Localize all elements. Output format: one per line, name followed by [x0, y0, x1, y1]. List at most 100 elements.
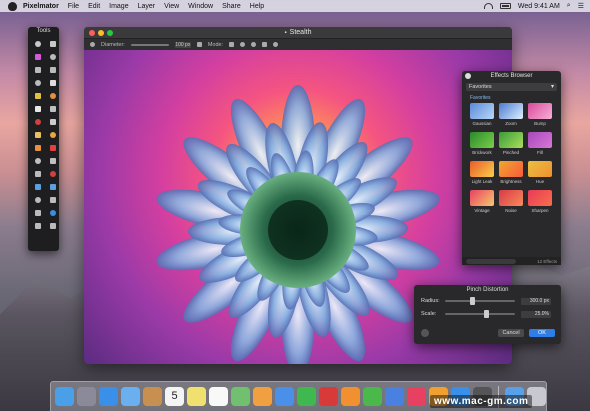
facetime-icon[interactable]: [297, 387, 316, 406]
mode-square-icon[interactable]: [229, 42, 235, 47]
menu-app-name[interactable]: Pixelmator: [23, 3, 59, 10]
tool-button[interactable]: [31, 90, 44, 101]
tool-button[interactable]: [46, 207, 59, 218]
reminders-icon[interactable]: [209, 387, 228, 406]
effects-search-input[interactable]: [466, 258, 516, 264]
tool-preset-icon[interactable]: [90, 42, 95, 47]
notification-center-icon[interactable]: ☰: [578, 2, 584, 10]
effect-thumbnail[interactable]: [499, 103, 523, 119]
effect-item[interactable]: Sharpen: [528, 190, 552, 214]
photo-booth-icon[interactable]: [319, 387, 338, 406]
mode-bloat-icon[interactable]: [262, 42, 268, 47]
scale-slider[interactable]: [445, 310, 515, 318]
tool-button[interactable]: [31, 207, 44, 218]
menu-layer[interactable]: Layer: [138, 3, 156, 10]
tool-button[interactable]: [46, 103, 59, 114]
mode-circle-icon[interactable]: [240, 42, 246, 47]
battery-icon[interactable]: [499, 3, 511, 9]
effect-thumbnail[interactable]: [528, 103, 552, 119]
tool-button[interactable]: [46, 64, 59, 75]
menu-file[interactable]: File: [68, 3, 79, 10]
tool-button[interactable]: [31, 194, 44, 205]
messages-icon[interactable]: [275, 387, 294, 406]
effect-item[interactable]: Brickwork: [470, 132, 494, 156]
tool-button[interactable]: [46, 194, 59, 205]
photos-icon[interactable]: [253, 387, 272, 406]
keynote-icon[interactable]: [385, 387, 404, 406]
reset-icon[interactable]: [421, 329, 429, 337]
tool-button[interactable]: [46, 90, 59, 101]
ok-button[interactable]: OK: [529, 329, 555, 337]
effect-item[interactable]: Bump: [528, 103, 552, 127]
mode-pinch-icon[interactable]: [251, 42, 257, 47]
tool-button[interactable]: [46, 116, 59, 127]
effect-thumbnail[interactable]: [499, 161, 523, 177]
minimize-window-button[interactable]: [98, 30, 104, 36]
menu-share[interactable]: Share: [222, 3, 241, 10]
effect-thumbnail[interactable]: [470, 190, 494, 206]
tool-button[interactable]: [31, 103, 44, 114]
calendar-icon[interactable]: 5: [165, 387, 184, 406]
effect-thumbnail[interactable]: [499, 132, 523, 148]
cancel-button[interactable]: Cancel: [498, 329, 524, 337]
menu-clock[interactable]: Wed 9:41 AM: [518, 3, 560, 10]
tool-button[interactable]: [31, 181, 44, 192]
diameter-field[interactable]: 100 px: [174, 41, 191, 48]
launchpad-icon[interactable]: [77, 387, 96, 406]
apple-icon[interactable]: [8, 1, 17, 11]
scale-value-field[interactable]: 25.0%: [521, 310, 551, 318]
mode-twirl-icon[interactable]: [273, 42, 279, 47]
stepper-icon[interactable]: [196, 42, 202, 47]
effect-item[interactable]: Hue: [528, 161, 552, 185]
radius-value-field[interactable]: 300.0 px: [521, 297, 551, 305]
close-panel-icon[interactable]: [465, 73, 471, 79]
effect-item[interactable]: Light Leak: [470, 161, 494, 185]
itunes-icon[interactable]: [407, 387, 426, 406]
tool-button[interactable]: [46, 51, 59, 62]
effect-thumbnail[interactable]: [528, 132, 552, 148]
diameter-slider[interactable]: [130, 43, 169, 46]
notes-icon[interactable]: [187, 387, 206, 406]
effect-thumbnail[interactable]: [470, 132, 494, 148]
menu-edit[interactable]: Edit: [88, 3, 100, 10]
tool-button[interactable]: [31, 51, 44, 62]
radius-slider[interactable]: [445, 297, 515, 305]
tool-button[interactable]: [31, 77, 44, 88]
effect-thumbnail[interactable]: [499, 190, 523, 206]
effect-item[interactable]: Vintage: [470, 190, 494, 214]
zoom-window-button[interactable]: [107, 30, 113, 36]
pages-icon[interactable]: [341, 387, 360, 406]
tool-button[interactable]: [31, 64, 44, 75]
tool-button[interactable]: [46, 155, 59, 166]
tool-button[interactable]: [46, 142, 59, 153]
effect-thumbnail[interactable]: [470, 103, 494, 119]
safari-icon[interactable]: [99, 387, 118, 406]
effects-category-select[interactable]: Favorites: [466, 83, 557, 91]
contacts-icon[interactable]: [143, 387, 162, 406]
tool-button[interactable]: [31, 129, 44, 140]
effect-item[interactable]: Brightness: [499, 161, 523, 185]
tool-button[interactable]: [46, 77, 59, 88]
tool-button[interactable]: [31, 168, 44, 179]
tool-button[interactable]: [46, 129, 59, 140]
tool-button[interactable]: [46, 38, 59, 49]
tool-button[interactable]: [31, 142, 44, 153]
effect-item[interactable]: Zoom: [499, 103, 523, 127]
tool-button[interactable]: [31, 155, 44, 166]
radius-slider-knob[interactable]: [469, 297, 475, 305]
tool-button[interactable]: [31, 38, 44, 49]
menu-image[interactable]: Image: [109, 3, 128, 10]
mail-icon[interactable]: [121, 387, 140, 406]
window-titlebar[interactable]: ▪ Stealth: [84, 27, 512, 38]
maps-icon[interactable]: [231, 387, 250, 406]
effect-thumbnail[interactable]: [528, 190, 552, 206]
scale-slider-knob[interactable]: [484, 310, 489, 318]
effect-item[interactable]: Pinched: [499, 132, 523, 156]
finder-icon[interactable]: [55, 387, 74, 406]
menu-view[interactable]: View: [164, 3, 179, 10]
effect-thumbnail[interactable]: [470, 161, 494, 177]
numbers-icon[interactable]: [363, 387, 382, 406]
tool-button[interactable]: [31, 116, 44, 127]
effect-item[interactable]: Gaussian: [470, 103, 494, 127]
tool-button[interactable]: [46, 168, 59, 179]
